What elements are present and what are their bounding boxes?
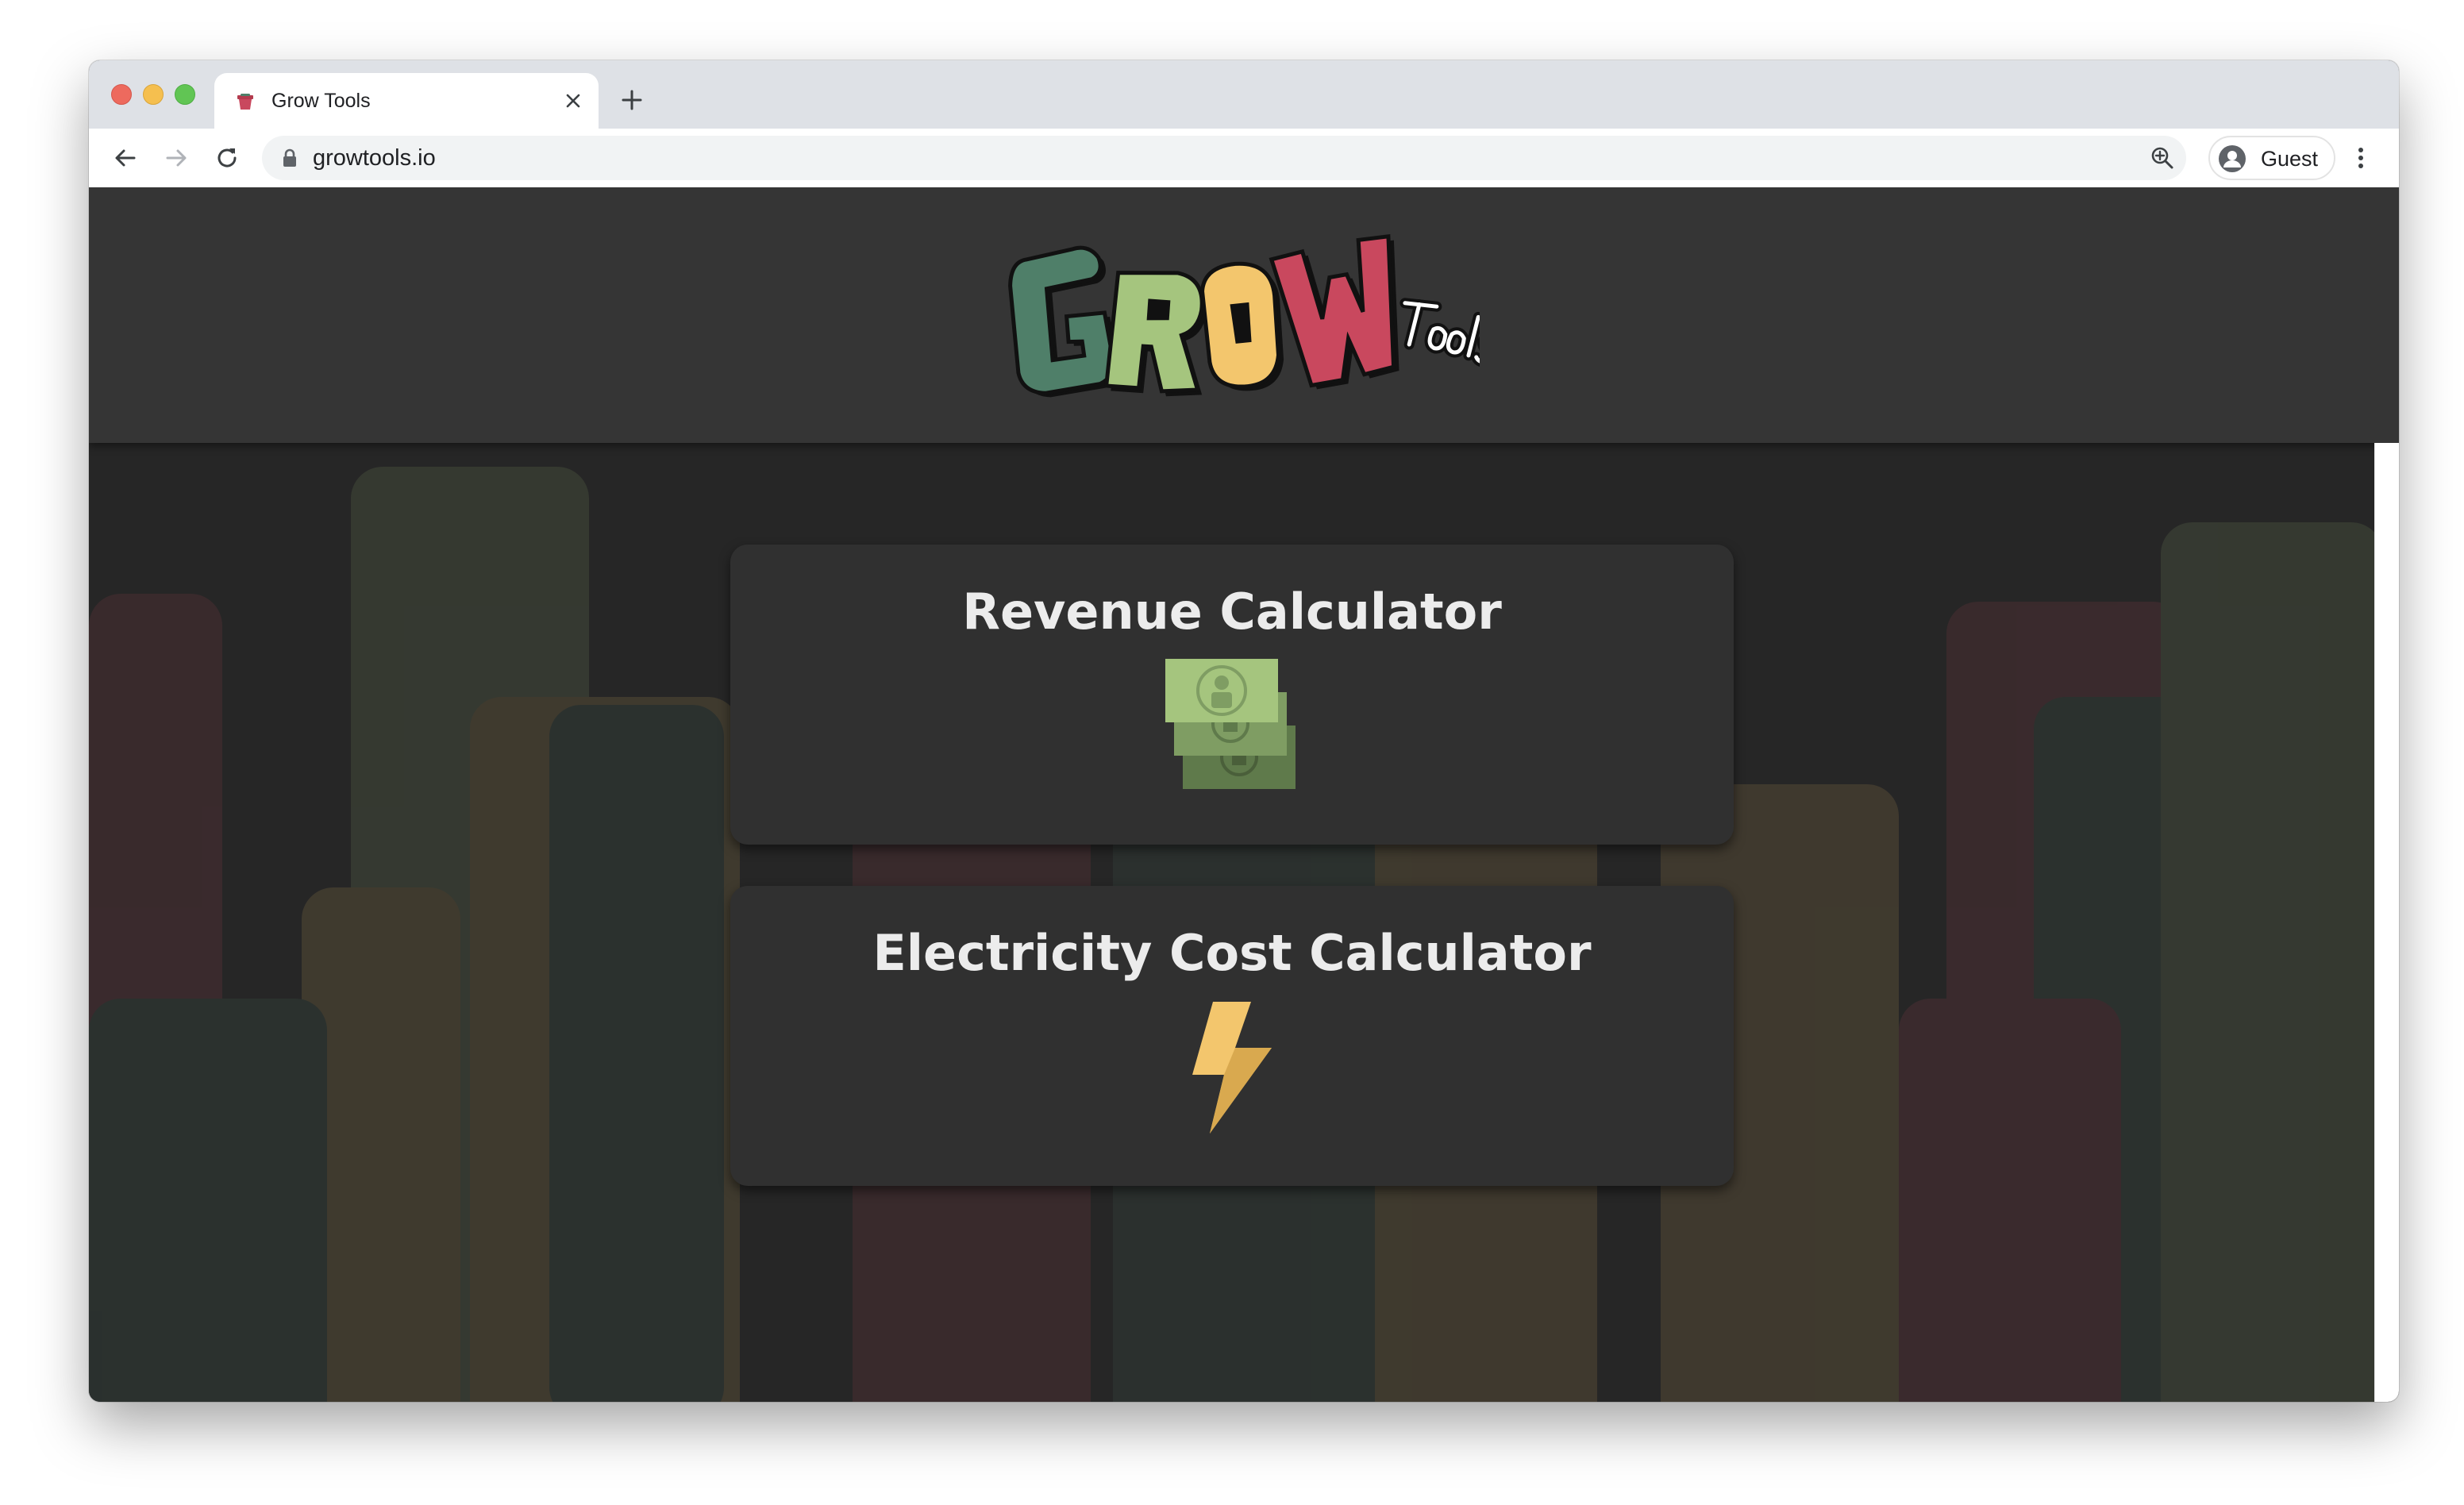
tab-strip: Grow Tools: [89, 60, 2399, 129]
address-bar[interactable]: growtools.io: [262, 136, 2186, 180]
browser-toolbar: growtools.io Guest: [89, 129, 2399, 189]
money-stack-icon: [1165, 659, 1296, 789]
forward-button[interactable]: [159, 140, 194, 175]
url-text: growtools.io: [313, 145, 436, 171]
back-button[interactable]: [108, 140, 143, 175]
close-icon: [566, 94, 580, 108]
electricity-cost-calculator-card[interactable]: Electricity Cost Calculator: [730, 886, 1734, 1186]
browser-window: Grow Tools growtools.io Guest Revenue Ca…: [89, 60, 2399, 1402]
grow-tools-logo[interactable]: [1003, 232, 1480, 406]
close-window-button[interactable]: [111, 84, 132, 105]
reload-button[interactable]: [210, 140, 244, 175]
browser-tab[interactable]: Grow Tools: [214, 73, 599, 129]
minimize-window-button[interactable]: [143, 84, 164, 105]
plus-icon: [622, 90, 642, 110]
flower-pot-icon: [237, 94, 253, 110]
new-tab-button[interactable]: [616, 84, 648, 116]
more-vertical-icon: [2358, 148, 2363, 168]
reload-icon: [218, 148, 237, 167]
arrow-right-icon: [166, 149, 187, 167]
profile-button[interactable]: Guest: [2208, 136, 2335, 180]
lock-icon: [283, 148, 296, 167]
page-viewport: Revenue Calculator Electricity Cost Calc…: [89, 187, 2399, 1402]
profile-label: Guest: [2261, 147, 2319, 171]
zoom-icon[interactable]: [2148, 144, 2177, 172]
page-scrollbar[interactable]: [2374, 443, 2399, 1402]
card-title: Electricity Cost Calculator: [872, 924, 1592, 982]
browser-menu-button[interactable]: [2343, 140, 2378, 175]
maximize-window-button[interactable]: [175, 84, 195, 105]
revenue-calculator-card[interactable]: Revenue Calculator: [730, 545, 1734, 845]
lightning-bolt-icon: [1192, 1002, 1272, 1134]
card-title: Revenue Calculator: [962, 583, 1502, 641]
site-header: [89, 187, 2399, 443]
arrow-left-icon: [115, 149, 136, 167]
avatar-icon: [2219, 145, 2246, 172]
tab-close-button[interactable]: [560, 88, 586, 114]
tab-title: Grow Tools: [271, 90, 371, 112]
